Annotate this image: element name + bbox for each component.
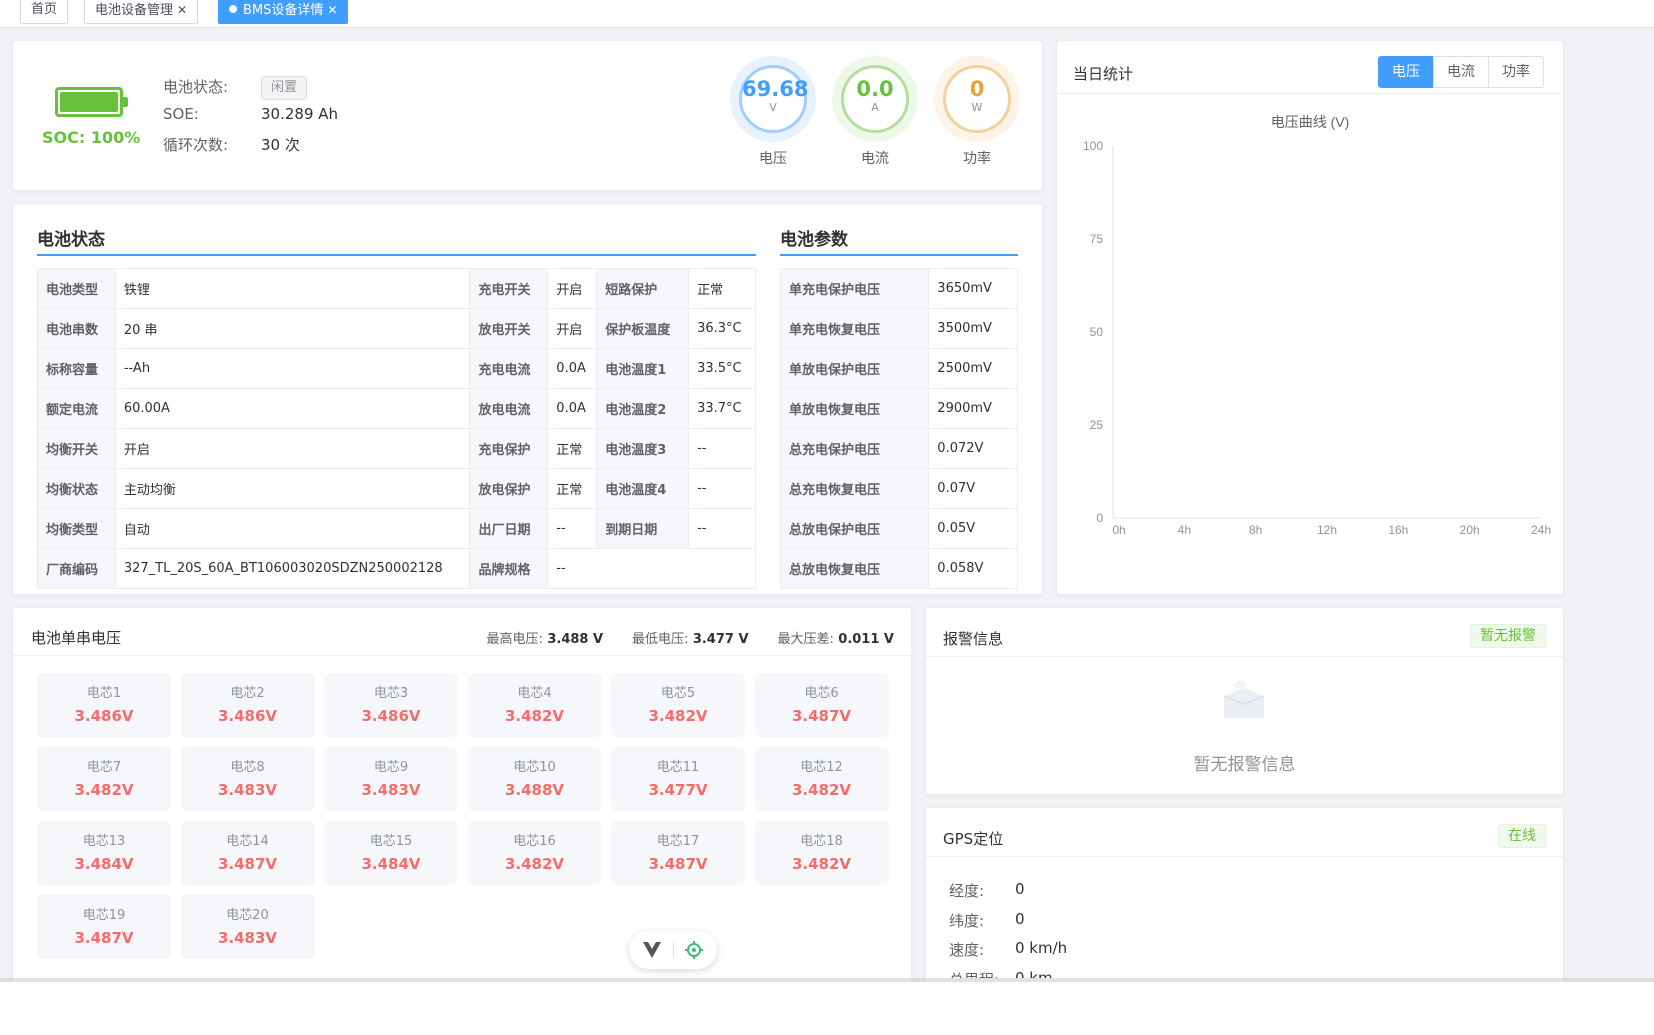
gps-label: 经度: (949, 882, 985, 900)
gps-value: 0 km (1015, 968, 1053, 979)
gps-value: 0 (1015, 880, 1025, 898)
gps-info: 经度: 0 纬度: 0 速度: 0 km/h 总里程: 0 km (0, 0, 1654, 978)
gps-label: 总里程: (949, 969, 999, 979)
gps-value: 0 km/h (1015, 939, 1068, 957)
page-bottom (0, 982, 1654, 1035)
gps-value: 0 (1015, 909, 1025, 928)
gps-label: 速度: (949, 941, 985, 959)
gps-label: 纬度: (949, 911, 985, 930)
